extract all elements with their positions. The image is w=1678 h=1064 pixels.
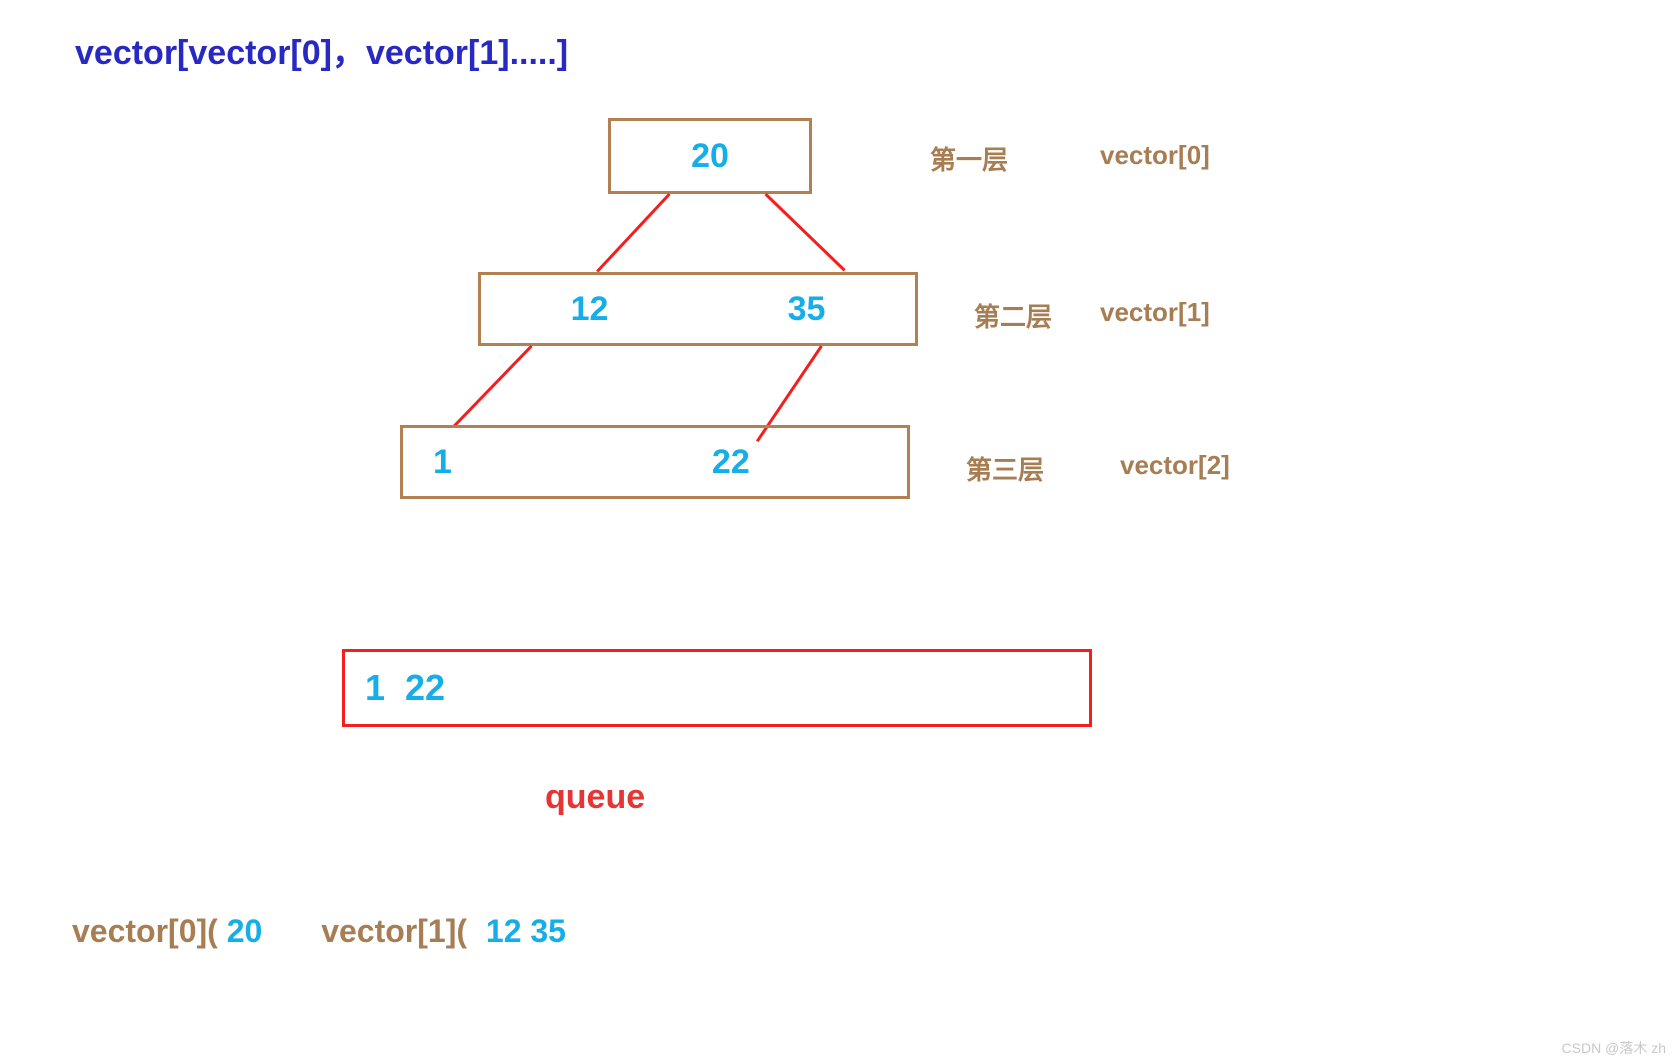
title-text: vector[vector[0]，vector[1].....] [75,25,568,74]
level0-vec: vector[0] [1100,140,1210,171]
level1-val1: 35 [788,290,826,329]
level2-label: 第三层 [966,450,1044,487]
edge-l0-left [596,193,670,273]
level1-box: 12 35 [478,272,918,346]
watermark: CSDN @落木 zh [1562,1038,1666,1058]
result-part-1: 20 [227,913,263,949]
level2-box: 1 22 [400,425,910,499]
queue-box: 1 22 [342,649,1092,727]
queue-label: queue [545,778,645,817]
level0-val0: 20 [691,137,729,176]
result-part-3: 12 [486,913,522,949]
level0-label: 第一层 [930,140,1008,177]
queue-item-1: 22 [405,667,445,709]
level1-label: 第二层 [974,297,1052,334]
queue-item-0: 1 [365,667,385,709]
result-part-5: 35 [530,913,566,949]
edge-l1-left [453,345,533,428]
level2-val0: 1 [433,443,452,482]
level1-vec: vector[1] [1100,297,1210,328]
edge-l0-right [764,193,845,272]
level2-vec: vector[2] [1120,450,1230,481]
result-line: vector[0]( 20 vector[1]( 12 35 [72,913,566,950]
level1-val0: 12 [571,290,609,329]
result-part-2: vector[1]( [321,913,467,949]
level2-val1: 22 [712,443,750,482]
result-part-0: vector[0]( [72,913,218,949]
level0-box: 20 [608,118,812,194]
